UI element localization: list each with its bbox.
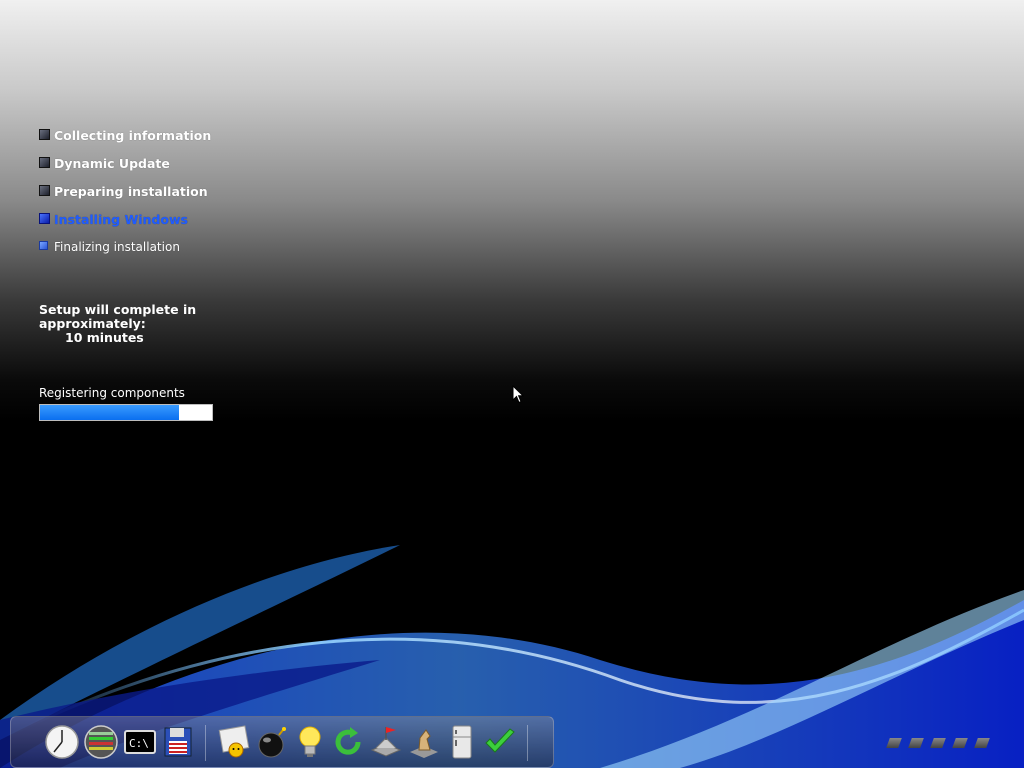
network-monitor-icon[interactable] (82, 723, 120, 761)
step-bullet (39, 157, 50, 168)
time-remaining-line1: Setup will complete in (39, 302, 197, 317)
command-prompt-icon[interactable]: C:\ (121, 723, 159, 761)
dock-separator (527, 725, 528, 761)
dock-separator (205, 725, 206, 761)
progress-bar-fill (40, 405, 180, 420)
step-bullet (39, 241, 48, 250)
command-prompt-text: C:\ (124, 730, 156, 754)
application-dock: C:\ (10, 716, 554, 768)
chess-knight-icon[interactable] (405, 723, 443, 761)
minesweeper-icon[interactable] (215, 723, 253, 761)
step-bullet (39, 185, 50, 196)
step-label: Dynamic Update (54, 156, 170, 171)
step-label: Collecting information (54, 128, 212, 143)
time-remaining-value: 10 minutes (65, 330, 144, 345)
step-label: Installing Windows (54, 212, 188, 227)
time-remaining-line2: approximately: (39, 316, 146, 331)
lightbulb-icon[interactable] (291, 723, 329, 761)
checkmark-icon[interactable] (481, 723, 519, 761)
time-remaining: Setup will complete in approximately: 10… (39, 303, 196, 345)
bomb-icon[interactable] (254, 723, 292, 761)
refrigerator-icon[interactable] (443, 723, 481, 761)
step-bullet (39, 129, 50, 140)
progress-bar (39, 404, 213, 421)
floppy-disk-icon[interactable] (159, 723, 197, 761)
refresh-icon[interactable] (329, 723, 367, 761)
step-bullet (39, 213, 50, 224)
step-label: Finalizing installation (54, 240, 180, 254)
mouse-cursor-icon (512, 385, 524, 404)
castle-flag-icon[interactable] (367, 723, 405, 761)
current-task-label: Registering components (39, 386, 185, 400)
clock-icon[interactable] (43, 723, 81, 761)
step-label: Preparing installation (54, 184, 208, 199)
